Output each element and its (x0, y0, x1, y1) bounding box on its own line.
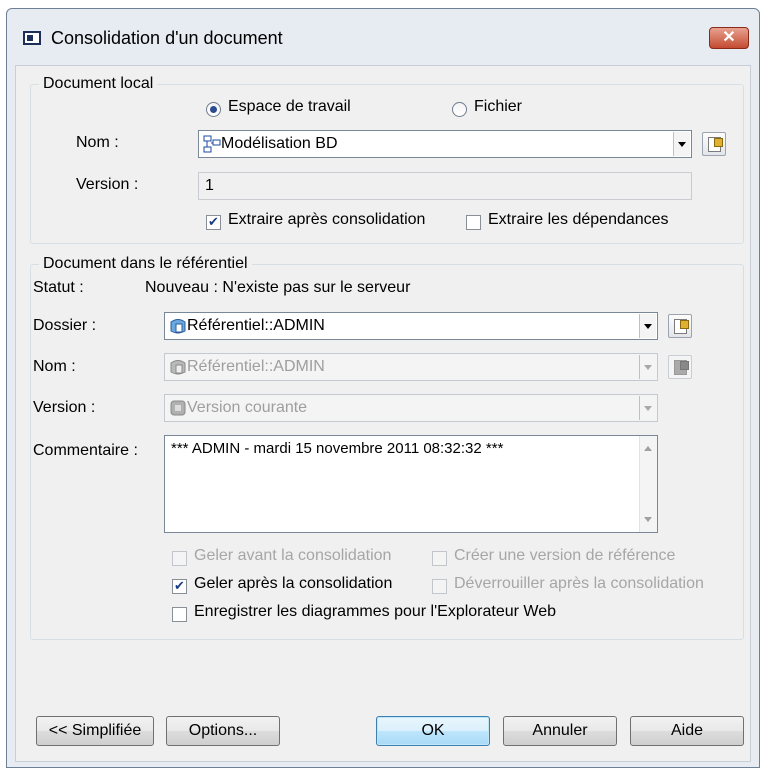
save-diagrams-label[interactable]: Enregistrer les diagrammes pour l'Explor… (194, 603, 556, 621)
local-properties-button[interactable] (702, 132, 726, 156)
version-icon (170, 400, 186, 416)
unlock-after-label: Déverrouiller après la consolidation (454, 575, 704, 592)
folder-label: Dossier : (33, 317, 97, 334)
simplified-button[interactable]: << Simplifiée (36, 716, 154, 746)
file-radio-label[interactable]: Fichier (474, 98, 522, 116)
scroll-down-icon[interactable] (644, 517, 652, 522)
repo-name-value: Référentiel::ADMIN (187, 358, 325, 375)
unlock-after-checkbox (432, 579, 447, 594)
repo-version-value: Version courante (187, 399, 308, 416)
comment-value: *** ADMIN - mardi 15 novembre 2011 08:32… (171, 440, 504, 457)
freeze-before-label: Geler avant la consolidation (194, 547, 392, 564)
extract-deps-checkbox[interactable] (466, 215, 481, 230)
cancel-button[interactable]: Annuler (503, 716, 617, 746)
repo-name-combo: Référentiel::ADMIN (164, 353, 658, 381)
local-version-label: Version : (76, 176, 139, 193)
folder-combo[interactable]: Référentiel::ADMIN (164, 312, 658, 340)
window-title: Consolidation d'un document (51, 28, 283, 48)
comment-textarea[interactable]: *** ADMIN - mardi 15 novembre 2011 08:32… (164, 435, 658, 533)
close-button[interactable]: ✕ (709, 27, 749, 49)
scroll-up-icon[interactable] (644, 446, 652, 451)
options-button[interactable]: Options... (166, 716, 280, 746)
window-icon (23, 31, 41, 45)
extract-after-checkbox[interactable]: ✔ (206, 215, 221, 230)
repository-icon (170, 360, 186, 375)
workspace-radio[interactable] (206, 102, 221, 117)
workspace-radio-label[interactable]: Espace de travail (228, 98, 351, 116)
repository-icon (170, 319, 186, 334)
extract-after-label[interactable]: Extraire après consolidation (228, 211, 425, 229)
repo-name-properties-button (668, 355, 692, 379)
repo-version-label: Version : (33, 399, 96, 416)
local-document-group: Document local Espace de travail Fichier… (30, 75, 744, 244)
extract-deps-label[interactable]: Extraire les dépendances (488, 211, 669, 229)
repo-version-combo: Version courante (164, 394, 658, 422)
title-bar[interactable]: Consolidation d'un document ✕ (7, 9, 759, 65)
comment-label: Commentaire : (33, 442, 138, 459)
local-name-value: Modélisation BD (221, 135, 338, 152)
folder-properties-button[interactable] (668, 314, 692, 338)
help-button[interactable]: Aide (630, 716, 744, 746)
local-name-combo[interactable]: Modélisation BD (198, 130, 692, 158)
chevron-down-icon (639, 355, 656, 379)
create-ref-version-checkbox (432, 551, 447, 566)
local-version-field: 1 (198, 172, 692, 200)
folder-value: Référentiel::ADMIN (187, 317, 325, 334)
freeze-after-checkbox[interactable]: ✔ (172, 579, 187, 594)
dialog-client: Document local Espace de travail Fichier… (15, 65, 751, 762)
save-diagrams-checkbox[interactable] (172, 607, 187, 622)
freeze-before-checkbox (172, 551, 187, 566)
repository-document-group: Document dans le référentiel Statut : No… (30, 255, 744, 640)
local-name-label: Nom : (76, 134, 119, 151)
model-icon (203, 135, 221, 153)
status-label: Statut : (33, 279, 84, 296)
repo-group-label: Document dans le référentiel (39, 255, 252, 273)
freeze-after-label[interactable]: Geler après la consolidation (194, 575, 392, 593)
chevron-down-icon[interactable] (673, 132, 690, 156)
chevron-down-icon (639, 396, 656, 420)
create-ref-version-label: Créer une version de référence (454, 547, 676, 564)
chevron-down-icon[interactable] (639, 314, 656, 338)
repo-name-label: Nom : (33, 358, 76, 375)
file-radio[interactable] (452, 102, 467, 117)
comment-scrollbar[interactable] (639, 436, 657, 532)
status-value: Nouveau : N'existe pas sur le serveur (145, 279, 411, 296)
ok-button[interactable]: OK (376, 716, 490, 746)
local-version-value: 1 (205, 177, 214, 194)
local-group-label: Document local (39, 75, 158, 93)
dialog-window: Consolidation d'un document ✕ Document l… (6, 8, 760, 768)
